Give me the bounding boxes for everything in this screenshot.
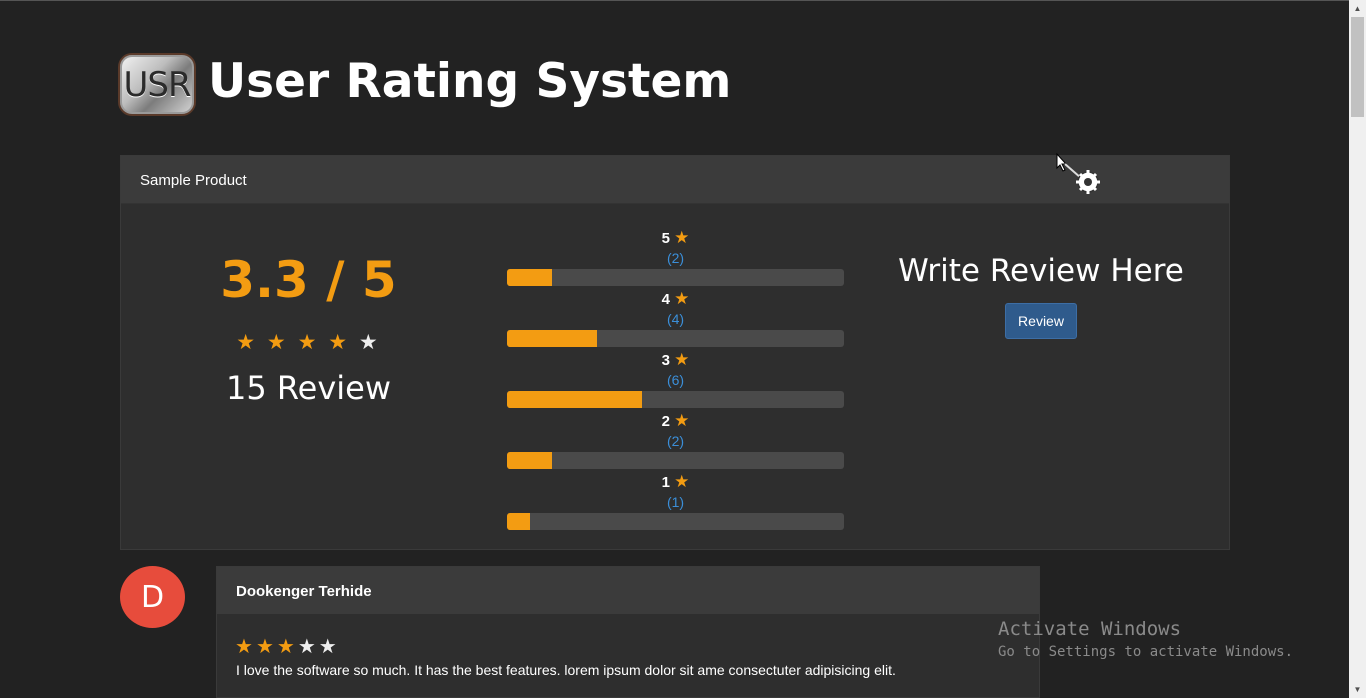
reviewer-name: Dookenger Terhide [236, 583, 372, 600]
star-icon: ★ [255, 636, 277, 658]
rating-row-label: 1 ★ [507, 472, 844, 492]
review-card-header: Dookenger Terhide [217, 567, 1039, 614]
top-border [0, 0, 1366, 1]
star-icon: ★ [235, 636, 256, 658]
logo-text: USR [123, 64, 191, 105]
rating-row-3: 3 ★ (6) [507, 350, 844, 411]
rating-bar-fill [507, 513, 530, 530]
star-icon: ★ [328, 331, 351, 354]
rating-bar-track [507, 391, 844, 408]
busy-cursor-icon [1056, 152, 1100, 194]
rating-bar-track [507, 513, 844, 530]
rating-bar-fill [507, 269, 552, 286]
app-logo: USR [118, 53, 196, 116]
rating-bar-track [507, 269, 844, 286]
review-stars: ★★★★★ [235, 634, 340, 659]
chevron-down-icon[interactable]: ▼ [1349, 681, 1366, 698]
rating-row-stars: 1 [661, 474, 670, 491]
windows-activation-watermark: Activate Windows Go to Settings to activ… [998, 618, 1293, 660]
rating-bar-fill [507, 391, 642, 408]
rating-row-count[interactable]: (1) [507, 494, 844, 510]
star-icon: ★ [674, 289, 690, 308]
star-icon: ★ [674, 228, 690, 247]
rating-row-label: 5 ★ [507, 228, 844, 248]
rating-row-2: 2 ★ (2) [507, 411, 844, 472]
product-name: Sample Product [140, 172, 247, 189]
star-icon: ★ [674, 350, 690, 369]
rating-row-1: 1 ★ (1) [507, 472, 844, 533]
rating-row-5: 5 ★ (2) [507, 228, 844, 289]
star-icon: ★ [266, 331, 289, 354]
watermark-title: Activate Windows [998, 618, 1182, 640]
star-icon: ★ [358, 331, 381, 354]
rating-row-label: 4 ★ [507, 289, 844, 309]
rating-row-label: 3 ★ [507, 350, 844, 370]
rating-bar-track [507, 330, 844, 347]
rating-row-count[interactable]: (4) [507, 311, 844, 327]
vertical-scrollbar[interactable]: ▲ ▼ [1349, 0, 1366, 698]
rating-row-stars: 2 [661, 413, 670, 430]
star-icon: ★ [318, 636, 340, 658]
rating-row-count[interactable]: (6) [507, 372, 844, 388]
scrollbar-thumb[interactable] [1351, 17, 1364, 117]
chevron-up-icon[interactable]: ▲ [1349, 0, 1366, 17]
star-icon: ★ [276, 636, 298, 658]
star-icon: ★ [297, 331, 320, 354]
avatar: D [120, 566, 185, 628]
star-icon: ★ [297, 636, 319, 658]
rating-row-stars: 4 [661, 291, 670, 308]
total-reviews: 15 Review [225, 369, 392, 407]
rating-row-count[interactable]: (2) [507, 250, 844, 266]
rating-row-label: 2 ★ [507, 411, 844, 431]
review-text: I love the software so much. It has the … [236, 662, 896, 678]
product-rating-panel: Sample Product 3.3 / 5 ★ ★ ★ ★ ★ 15 Revi… [120, 155, 1230, 550]
rating-bar-track [507, 452, 844, 469]
star-icon: ★ [236, 331, 259, 354]
write-review-title: Write Review Here [898, 253, 1184, 289]
rating-row-count[interactable]: (2) [507, 433, 844, 449]
average-stars: ★ ★ ★ ★ ★ [121, 330, 496, 355]
watermark-subtitle: Go to Settings to activate Windows. [998, 644, 1294, 660]
review-card: Dookenger Terhide ★★★★★ I love the softw… [216, 566, 1040, 698]
rating-breakdown: 5 ★ (2) 4 ★ (4) 3 ★ (6) 2 ★ (2) 1 ★ (1) [507, 228, 844, 533]
rating-bar-fill [507, 330, 597, 347]
star-icon: ★ [674, 411, 690, 430]
page-title: User Rating System [208, 54, 732, 109]
rating-row-stars: 3 [661, 352, 670, 369]
rating-row-stars: 5 [661, 230, 670, 247]
star-icon: ★ [674, 472, 690, 491]
rating-bar-fill [507, 452, 552, 469]
rating-row-4: 4 ★ (4) [507, 289, 844, 350]
review-button[interactable]: Review [1005, 303, 1077, 339]
average-rating: 3.3 / 5 [220, 251, 397, 309]
